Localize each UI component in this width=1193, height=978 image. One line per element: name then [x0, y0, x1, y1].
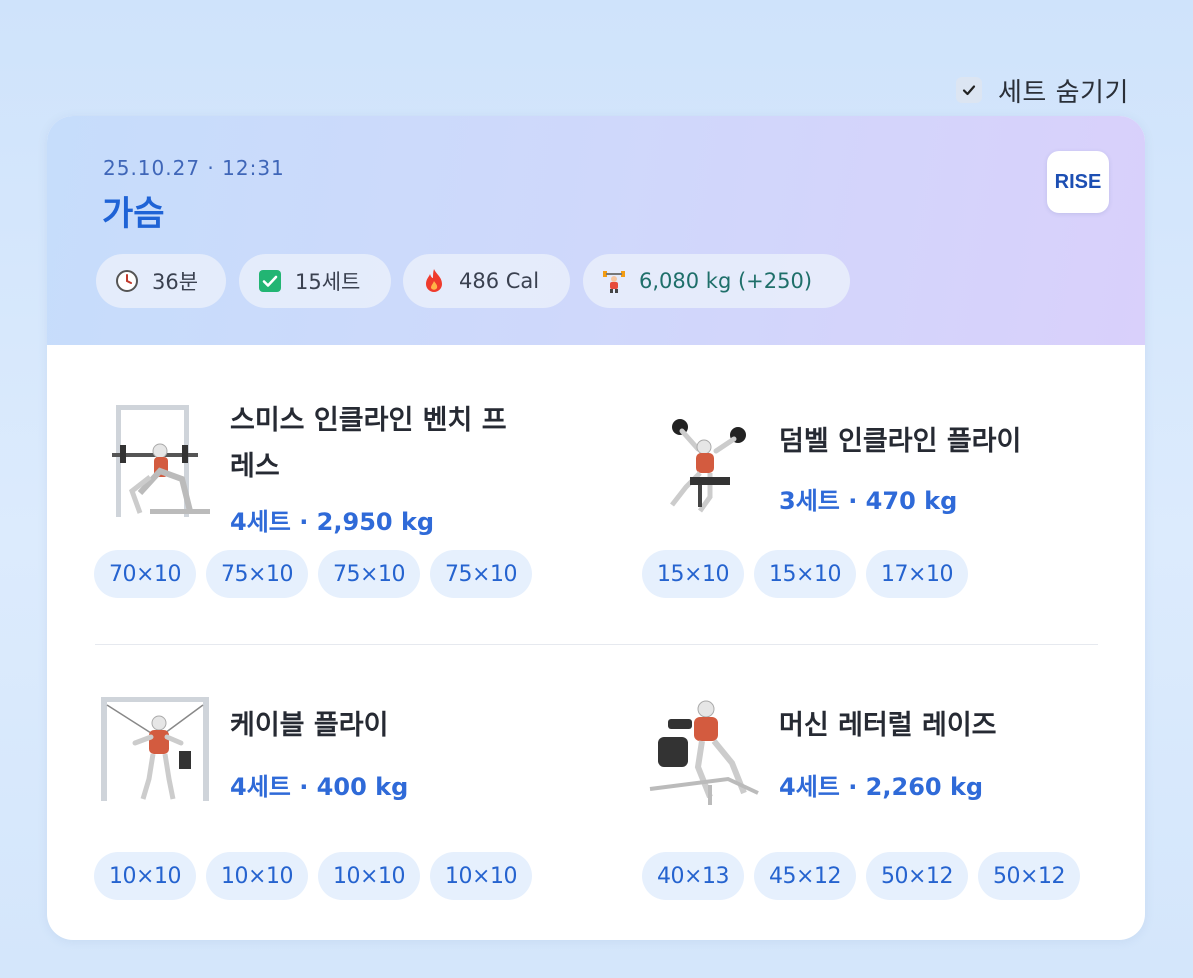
set-chip-list: 15×10 15×10 17×10: [642, 550, 968, 598]
stat-sets: 15세트: [239, 254, 391, 308]
set-chip[interactable]: 10×10: [206, 852, 308, 900]
exercise-name: 머신 레터럴 레이즈: [779, 710, 997, 741]
exercise-name: 덤벨 인클라인 플라이: [779, 426, 1022, 457]
exercise-summary: 4세트 · 2,260 kg: [779, 773, 984, 801]
set-chip[interactable]: 15×10: [754, 550, 856, 598]
set-chip[interactable]: 75×10: [430, 550, 532, 598]
exercise-summary: 3세트 · 470 kg: [779, 487, 958, 515]
exercise-item[interactable]: 케이블 플라이 4세트 · 400 kg 10×10 10×10 10×10 10×1…: [47, 645, 596, 940]
exercise-name: 스미스 인클라인 벤치 프레스: [230, 405, 507, 482]
set-chip-list: 10×10 10×10 10×10 10×10: [94, 852, 532, 900]
set-chip[interactable]: 15×10: [642, 550, 744, 598]
set-chip[interactable]: 75×10: [318, 550, 420, 598]
workout-header: 25.10.27 · 12:31 가슴 RISE 36분 15세트 486 Ca…: [47, 116, 1145, 345]
hide-sets-toggle[interactable]: 세트 숨기기: [956, 72, 1129, 108]
set-chip[interactable]: 50×12: [978, 852, 1080, 900]
set-chip-list: 40×13 45×12 50×12 50×12: [642, 852, 1080, 900]
set-chip[interactable]: 50×12: [866, 852, 968, 900]
stat-duration: 36분: [96, 254, 226, 308]
set-chip[interactable]: 10×10: [94, 852, 196, 900]
dumbbell-fly-illustration: [646, 401, 766, 521]
exercise-item[interactable]: 스미스 인클라인 벤치 프레스 4세트 · 2,950 kg 70×10 75×…: [47, 345, 596, 644]
set-chip[interactable]: 10×10: [430, 852, 532, 900]
workout-title: 가슴: [102, 194, 165, 234]
workout-date: 25.10.27 · 12:31: [103, 156, 285, 180]
lateral-raise-machine-illustration: [648, 693, 768, 813]
weight-icon: [601, 268, 627, 294]
smith-machine-illustration: [110, 401, 230, 521]
cable-fly-illustration: [99, 693, 219, 813]
exercise-item[interactable]: 덤벨 인클라인 플라이 3세트 · 470 kg 15×10 15×10 17×…: [596, 345, 1145, 644]
exercise-name: 케이블 플라이: [230, 710, 389, 741]
fire-icon: [421, 268, 447, 294]
brand-logo: RISE: [1047, 151, 1109, 213]
set-chip[interactable]: 17×10: [866, 550, 968, 598]
stat-volume: 6,080 kg (+250): [583, 254, 850, 308]
checkbox-icon: [257, 268, 283, 294]
exercise-item[interactable]: 머신 레터럴 레이즈 4세트 · 2,260 kg 40×13 45×12 50×1…: [596, 645, 1145, 940]
hide-sets-label: 세트 숨기기: [998, 77, 1129, 108]
clock-icon: [114, 268, 140, 294]
set-chip[interactable]: 75×10: [206, 550, 308, 598]
set-chip[interactable]: 40×13: [642, 852, 744, 900]
workout-card[interactable]: 25.10.27 · 12:31 가슴 RISE 36분 15세트 486 Ca…: [47, 116, 1145, 940]
set-chip[interactable]: 10×10: [318, 852, 420, 900]
set-chip[interactable]: 45×12: [754, 852, 856, 900]
exercise-summary: 4세트 · 2,950 kg: [230, 508, 435, 536]
exercise-summary: 4세트 · 400 kg: [230, 773, 409, 801]
check-icon[interactable]: [956, 77, 982, 103]
stat-calories: 486 Cal: [403, 254, 570, 308]
set-chip[interactable]: 70×10: [94, 550, 196, 598]
set-chip-list: 70×10 75×10 75×10 75×10: [94, 550, 532, 598]
